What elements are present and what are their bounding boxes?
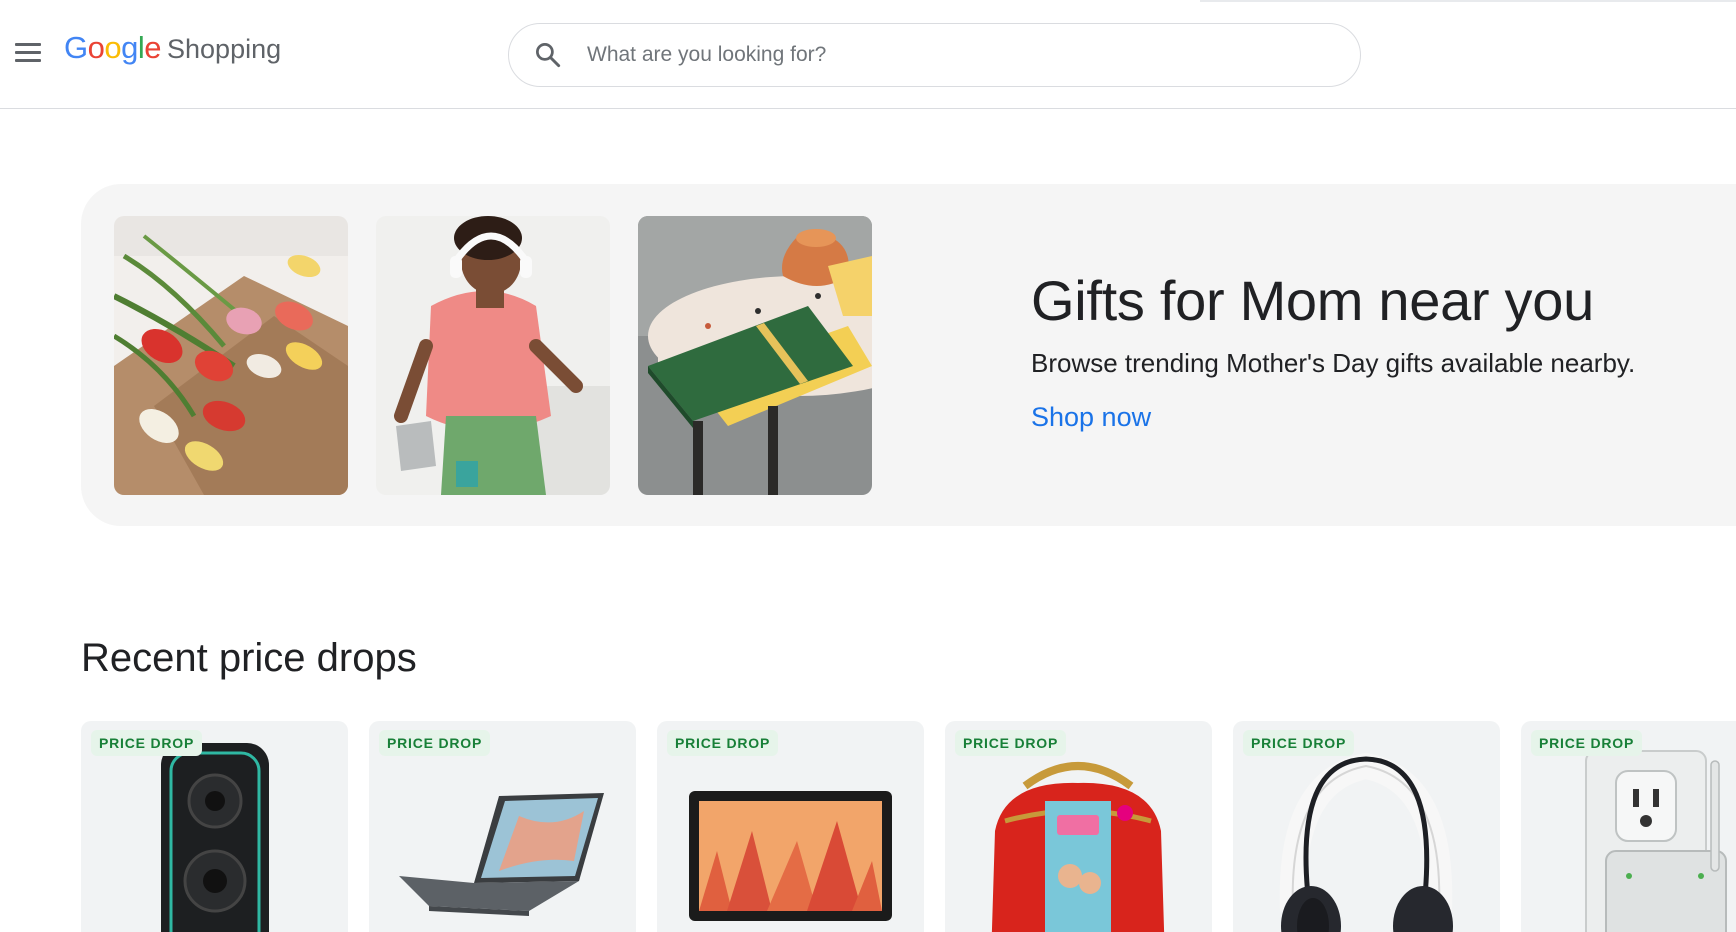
product-card-speaker[interactable]: PRICE DROP [81, 721, 348, 932]
search-icon[interactable] [533, 40, 563, 70]
promo-title: Gifts for Mom near you [1031, 269, 1594, 332]
price-drop-badge: PRICE DROP [91, 730, 203, 756]
price-drop-badge: PRICE DROP [379, 730, 491, 756]
product-card-laptop[interactable]: PRICE DROP [369, 721, 636, 932]
tulips-photo[interactable] [114, 216, 348, 495]
section-title-recent-price-drops: Recent price drops [81, 636, 417, 680]
promo-banner: Gifts for Mom near you Browse trending M… [81, 184, 1736, 526]
shop-now-link[interactable]: Shop now [1031, 402, 1151, 433]
notebook-on-table-photo[interactable] [638, 216, 872, 495]
price-drop-badge: PRICE DROP [955, 730, 1067, 756]
search-input[interactable] [587, 43, 1347, 67]
woman-with-headphones-photo[interactable] [376, 216, 610, 495]
product-card-toy[interactable]: PRICE DROP [945, 721, 1212, 932]
price-drop-badge: PRICE DROP [1531, 730, 1643, 756]
hamburger-menu-icon[interactable] [8, 34, 48, 70]
top-bar: Google Shopping [0, 0, 1736, 109]
product-card-tablet[interactable]: PRICE DROP [657, 721, 924, 932]
logo-product-name: Shopping [167, 34, 282, 64]
google-shopping-logo[interactable]: Google Shopping [64, 30, 281, 70]
product-card-headphones[interactable]: PRICE DROP [1233, 721, 1500, 932]
logo-letter: g [121, 30, 138, 65]
logo-letter: e [144, 30, 162, 65]
product-card-wifi-extender[interactable]: PRICE DROP [1521, 721, 1736, 932]
top-edge-divider [1200, 0, 1736, 2]
price-drop-badge: PRICE DROP [1243, 730, 1355, 756]
logo-letter: o [104, 30, 122, 65]
price-drop-badge: PRICE DROP [667, 730, 779, 756]
price-drop-carousel: PRICE DROP PRICE DROP PRICE DROP PRICE D… [81, 721, 1736, 932]
promo-subtitle: Browse trending Mother's Day gifts avail… [1031, 348, 1636, 378]
search-box[interactable] [508, 23, 1361, 87]
logo-letter: o [87, 30, 105, 65]
logo-letter: G [64, 30, 88, 65]
